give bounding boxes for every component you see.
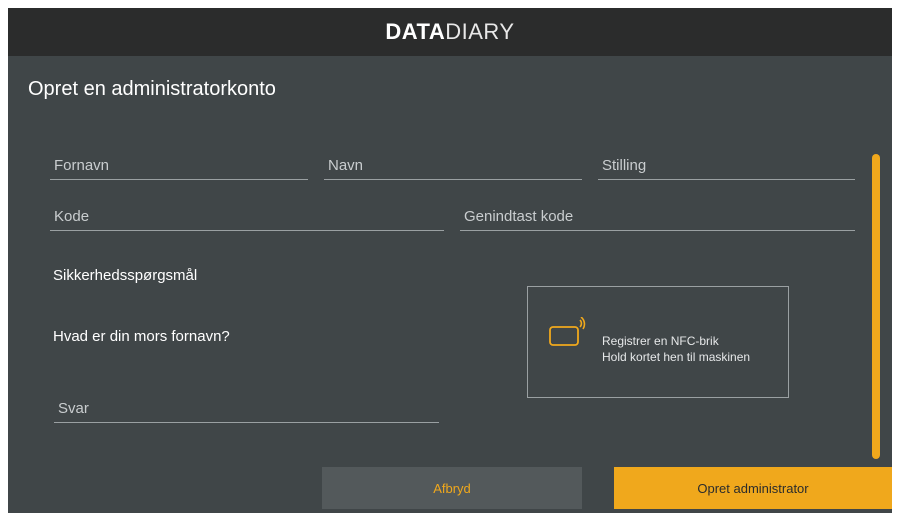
nfc-line-2: Hold kortet hen til maskinen <box>602 350 751 364</box>
security-question-text: Hvad er din mors fornavn? <box>53 328 230 345</box>
first-name-field <box>50 144 308 180</box>
security-question-heading: Sikkerhedsspørgsmål <box>53 267 198 284</box>
logo-bold-text: DATA <box>385 19 446 44</box>
vertical-scrollbar[interactable] <box>872 154 880 459</box>
last-name-field <box>324 144 582 180</box>
answer-field <box>54 387 439 423</box>
datadiary-logo: DATA DIARY <box>385 19 514 45</box>
last-name-input[interactable] <box>324 144 582 179</box>
page-title: Opret en administratorkonto <box>28 78 276 100</box>
logo-light-text: DIARY <box>445 19 515 44</box>
cancel-button[interactable]: Afbryd <box>322 467 582 509</box>
nfc-register-panel[interactable]: Registrer en NFC-brik Hold kortet hen ti… <box>527 286 789 398</box>
password-input[interactable] <box>50 195 444 230</box>
nfc-line-1: Registrer en NFC-brik <box>602 334 719 348</box>
password-repeat-field <box>460 195 855 231</box>
password-repeat-input[interactable] <box>460 195 855 230</box>
nfc-instructions: Registrer en NFC-brik Hold kortet hen ti… <box>602 333 750 365</box>
header-bar: DATA DIARY <box>8 8 892 56</box>
first-name-input[interactable] <box>50 144 308 179</box>
nfc-card-icon <box>549 317 586 346</box>
answer-input[interactable] <box>54 387 439 422</box>
create-administrator-button[interactable]: Opret administrator <box>614 467 892 509</box>
position-input[interactable] <box>598 144 855 179</box>
app-window: DATADIARY Opret en administratorkonto Si… <box>8 8 892 513</box>
position-field <box>598 144 855 180</box>
password-field <box>50 195 444 231</box>
